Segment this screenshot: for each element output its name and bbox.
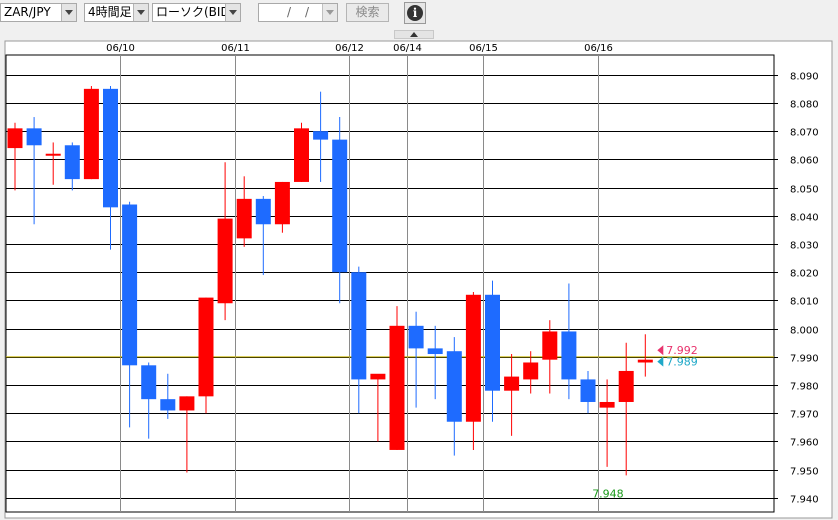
y-tick-label: 8.050 <box>790 185 819 196</box>
candle-up <box>45 153 61 156</box>
low-price-annotation: 7.948 <box>592 487 624 500</box>
candle-up <box>7 128 23 149</box>
y-tick-label: 8.080 <box>790 100 819 111</box>
candle-down <box>446 351 462 422</box>
candle-up <box>217 218 233 304</box>
candle-up <box>599 401 615 408</box>
date-label: 06/12 <box>335 43 364 54</box>
date-label: 06/16 <box>584 43 613 54</box>
candle-up <box>523 362 539 380</box>
candle-down <box>485 294 500 391</box>
candle-down <box>255 198 271 225</box>
candle-up <box>236 198 252 239</box>
candle-up <box>83 88 99 180</box>
candle-up <box>465 294 481 422</box>
candle-down <box>332 139 348 273</box>
candle-down <box>580 379 596 402</box>
y-tick-label: 7.940 <box>790 495 819 506</box>
candle-down <box>141 365 157 400</box>
date-label: 06/14 <box>393 43 422 54</box>
candle-down <box>160 399 176 411</box>
y-tick-label: 8.020 <box>790 269 819 280</box>
candle-up <box>618 370 634 402</box>
y-tick-label: 7.970 <box>790 410 819 421</box>
candle-up <box>294 128 309 182</box>
y-tick-label: 8.070 <box>790 128 819 139</box>
candle-down <box>122 204 138 366</box>
candle-up <box>504 376 520 391</box>
y-tick-label: 8.090 <box>790 72 819 83</box>
candle-down <box>64 145 80 180</box>
candle-down <box>313 131 329 140</box>
ask-price-label: 7.989 <box>666 356 698 369</box>
y-tick-label: 7.980 <box>790 382 819 393</box>
candle-up <box>179 396 195 411</box>
date-label: 06/11 <box>221 43 250 54</box>
candle-up <box>274 181 290 225</box>
candle-up <box>198 297 214 397</box>
y-tick-label: 7.960 <box>790 438 819 449</box>
y-tick-label: 8.010 <box>790 297 819 308</box>
candlestick-chart: 8.090 8.080 8.070 8.060 8.050 8.040 8.030 8.020… <box>4 40 833 519</box>
y-tick-label: 8.030 <box>790 241 819 252</box>
candle-down <box>351 272 367 380</box>
candle-up <box>542 331 558 360</box>
date-label: 06/15 <box>469 43 498 54</box>
candle-up <box>370 373 386 380</box>
y-tick-label: 8.060 <box>790 156 819 167</box>
y-tick-label: 7.990 <box>790 354 819 365</box>
candle-down <box>103 88 118 208</box>
y-tick-label: 7.950 <box>790 467 819 478</box>
date-label: 06/10 <box>106 43 135 54</box>
candle-up <box>637 359 653 363</box>
candle-up <box>389 325 405 450</box>
candle-down <box>26 128 42 146</box>
candle-down <box>561 331 577 380</box>
candle-down <box>427 348 443 355</box>
candle-down <box>408 325 424 349</box>
y-tick-label: 8.000 <box>790 326 819 337</box>
y-tick-label: 8.040 <box>790 213 819 224</box>
